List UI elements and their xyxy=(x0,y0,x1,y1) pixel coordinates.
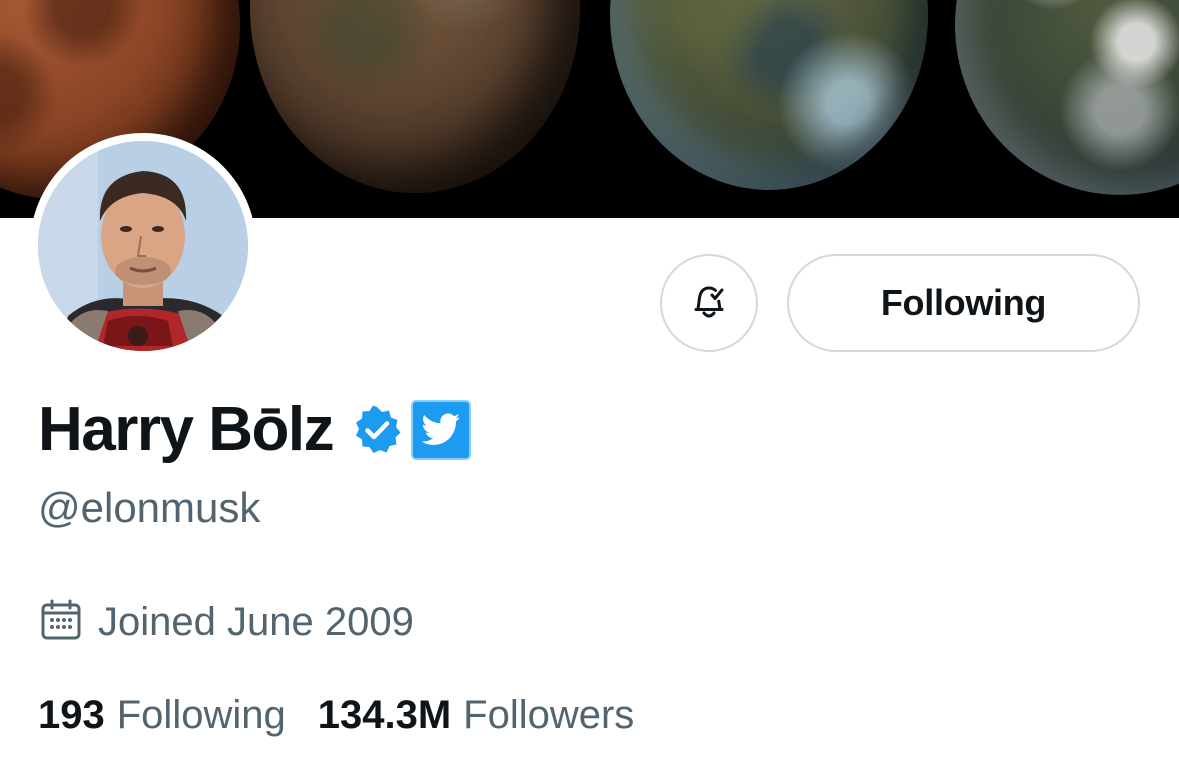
joined-date-row: Joined June 2009 xyxy=(40,598,414,646)
following-button[interactable]: Following xyxy=(787,254,1140,352)
avatar[interactable] xyxy=(30,133,256,359)
planet-image-3 xyxy=(610,0,928,190)
bell-check-icon xyxy=(689,281,729,326)
followers-count: 134.3M xyxy=(317,693,452,737)
followers-label: Followers xyxy=(463,693,635,737)
user-handle: @elonmusk xyxy=(38,484,261,531)
twitter-bird-badge-icon[interactable] xyxy=(411,400,472,460)
notifications-button[interactable] xyxy=(660,254,758,352)
avatar-photo xyxy=(38,141,248,351)
followers-stat-link[interactable]: 134.3M Followers xyxy=(318,695,635,735)
calendar-icon xyxy=(40,599,82,646)
following-count: 193 xyxy=(38,693,105,737)
follow-stats: 193 Following 134.3M Followers xyxy=(38,690,634,740)
following-button-label: Following xyxy=(880,282,1047,323)
verified-check-icon[interactable] xyxy=(351,404,403,456)
following-stat-link[interactable]: 193 Following xyxy=(38,695,286,735)
following-label: Following xyxy=(116,693,286,737)
joined-date-text: Joined June 2009 xyxy=(98,600,414,644)
display-name: Harry Bōlz xyxy=(38,395,335,464)
planet-image-2 xyxy=(250,0,580,193)
display-name-row: Harry Bōlz xyxy=(38,390,472,470)
planet-image-4 xyxy=(955,0,1179,195)
